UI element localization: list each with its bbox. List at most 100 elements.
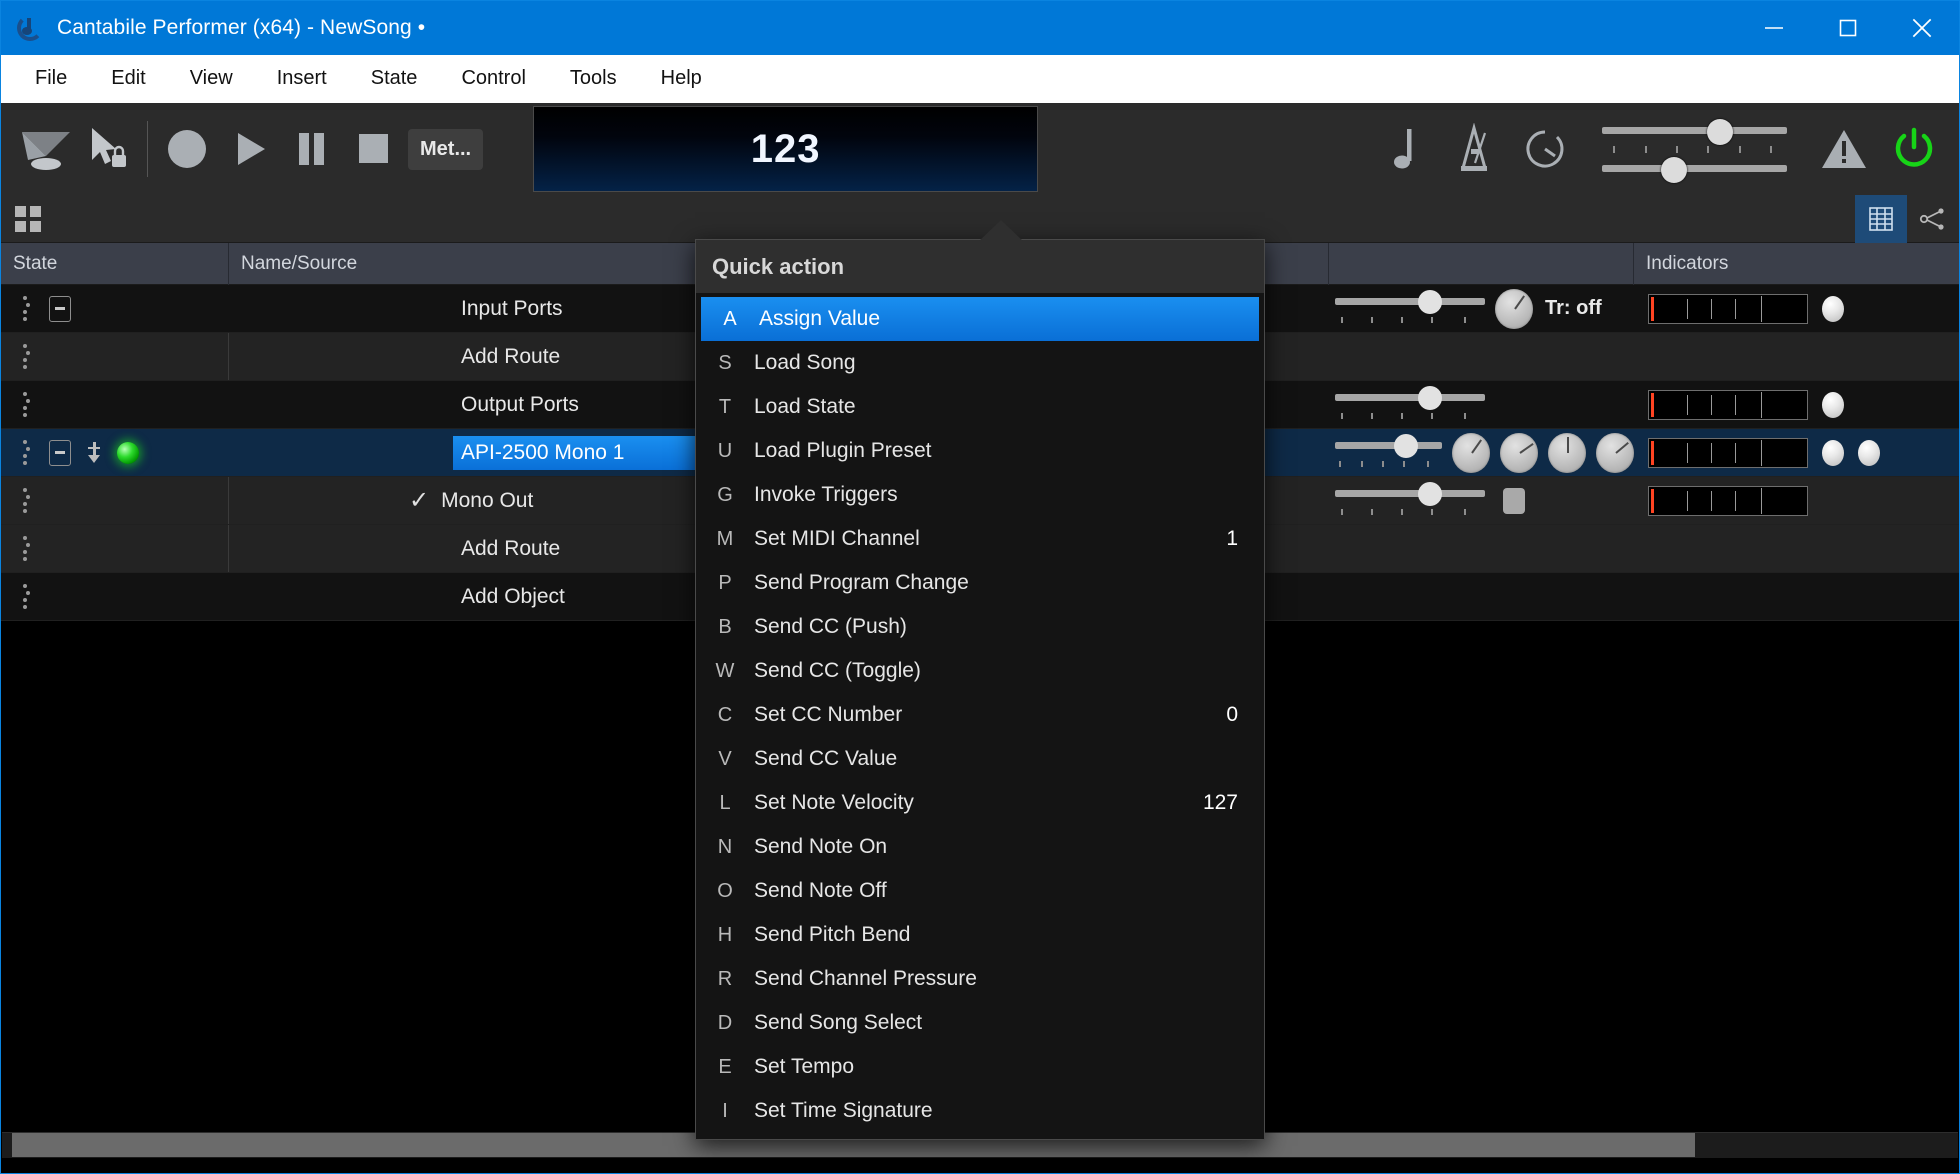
quick-action-item-set-midi-channel[interactable]: M Set MIDI Channel 1 xyxy=(696,517,1264,561)
quick-action-item-send-song-select[interactable]: D Send Song Select xyxy=(696,1001,1264,1045)
maximize-button[interactable] xyxy=(1811,1,1885,55)
tempo-display[interactable]: 123 xyxy=(533,106,1039,192)
quick-action-item-send-cc-value[interactable]: V Send CC Value xyxy=(696,737,1264,781)
stop-icon[interactable] xyxy=(342,118,404,180)
menu-item-tools[interactable]: Tools xyxy=(548,61,639,96)
pointer-lock-icon[interactable] xyxy=(77,118,139,180)
monitor-icon[interactable] xyxy=(15,118,77,180)
menu-item-view[interactable]: View xyxy=(168,61,255,96)
routing-graph-icon[interactable] xyxy=(1907,195,1959,243)
quick-action-label: Send Song Select xyxy=(754,1011,923,1034)
gain-slider[interactable] xyxy=(1335,289,1485,325)
quick-action-item-send-pitch-bend[interactable]: H Send Pitch Bend xyxy=(696,913,1264,957)
slider-ticks xyxy=(1602,143,1787,155)
pause-icon[interactable] xyxy=(280,118,342,180)
drag-handle-icon[interactable] xyxy=(15,440,35,465)
quick-action-shortcut-key: U xyxy=(717,439,733,462)
quick-action-item-set-time-signature[interactable]: I Set Time Signature xyxy=(696,1089,1264,1133)
load-preset-arrow-icon[interactable] xyxy=(85,440,103,466)
column-header-state[interactable]: State xyxy=(1,242,229,285)
row-controls-cell xyxy=(1329,333,1634,380)
activity-led-icon[interactable] xyxy=(117,441,139,464)
row-state-cell xyxy=(1,525,229,572)
menu-item-file[interactable]: File xyxy=(13,61,89,96)
quick-action-label: Send Note Off xyxy=(754,879,887,902)
quick-action-item-send-note-on[interactable]: N Send Note On xyxy=(696,825,1264,869)
quick-action-item-assign-value[interactable]: A Assign Value xyxy=(701,297,1259,341)
quick-action-label: Send Program Change xyxy=(754,571,969,594)
title-bar: Cantabile Performer (x64) - NewSong • xyxy=(1,1,1959,55)
slider-bottom[interactable] xyxy=(1602,157,1787,183)
status-indicator-lamp xyxy=(1858,439,1880,466)
quick-action-shortcut-key: A xyxy=(723,307,737,330)
drag-handle-icon[interactable] xyxy=(15,584,35,609)
menu-item-insert[interactable]: Insert xyxy=(255,61,349,96)
transpose-knob[interactable] xyxy=(1495,288,1533,329)
table-view-icon[interactable] xyxy=(1855,194,1907,243)
quick-action-list: A Assign Value S Load Song T Load State U Load … xyxy=(696,293,1264,1139)
parameter-knob[interactable] xyxy=(1500,432,1538,473)
quick-action-item-send-program-change[interactable]: P Send Program Change xyxy=(696,561,1264,605)
minimize-button[interactable] xyxy=(1737,1,1811,55)
quick-action-label: Send CC (Push) xyxy=(754,615,907,638)
quick-action-item-set-tempo[interactable]: E Set Tempo xyxy=(696,1045,1264,1089)
check-icon[interactable]: ✓ xyxy=(409,486,429,515)
parameter-knob[interactable] xyxy=(1548,432,1586,473)
quick-action-shortcut-key: O xyxy=(717,879,733,902)
parameter-knob[interactable] xyxy=(1596,432,1634,473)
master-sliders xyxy=(1602,119,1787,183)
quick-action-item-load-plugin-preset[interactable]: U Load Plugin Preset xyxy=(696,429,1264,473)
row-name-label: Add Object xyxy=(461,584,565,608)
metronome-settings-button[interactable]: Met... xyxy=(408,128,484,170)
slider-top[interactable] xyxy=(1602,119,1787,145)
power-icon[interactable] xyxy=(1883,118,1945,180)
column-header-controls[interactable] xyxy=(1329,242,1634,285)
row-state-cell xyxy=(1,333,229,380)
gain-slider[interactable] xyxy=(1335,481,1485,517)
quarter-note-icon[interactable] xyxy=(1374,118,1436,180)
close-button[interactable] xyxy=(1885,1,1959,55)
drag-handle-icon[interactable] xyxy=(15,392,35,417)
quick-action-item-send-cc-toggle[interactable]: W Send CC (Toggle) xyxy=(696,649,1264,693)
grid-view-icon[interactable] xyxy=(15,205,41,232)
quick-action-item-load-song[interactable]: S Load Song xyxy=(696,341,1264,385)
quick-action-item-set-note-velocity[interactable]: L Set Note Velocity 127 xyxy=(696,781,1264,825)
menu-item-control[interactable]: Control xyxy=(439,61,547,96)
popup-title: Quick action xyxy=(696,240,1264,293)
level-meter xyxy=(1648,389,1808,420)
quick-action-item-send-note-off[interactable]: O Send Note Off xyxy=(696,869,1264,913)
menu-item-edit[interactable]: Edit xyxy=(89,61,167,96)
quick-action-shortcut-key: G xyxy=(717,483,733,506)
quick-action-item-invoke-triggers[interactable]: G Invoke Triggers xyxy=(696,473,1264,517)
metronome-icon[interactable] xyxy=(1444,118,1506,180)
quick-action-value: 127 xyxy=(1202,791,1238,814)
drag-handle-icon[interactable] xyxy=(15,488,35,513)
gain-slider[interactable] xyxy=(1335,433,1442,469)
gain-slider[interactable] xyxy=(1335,385,1485,421)
warning-triangle-icon[interactable] xyxy=(1813,118,1875,180)
drag-handle-icon[interactable] xyxy=(15,344,35,369)
quick-action-label: Send CC (Toggle) xyxy=(754,659,921,682)
quick-action-item-set-cc-number[interactable]: C Set CC Number 0 xyxy=(696,693,1264,737)
menu-item-help[interactable]: Help xyxy=(639,61,724,96)
stopwatch-icon[interactable] xyxy=(1514,118,1576,180)
menu-item-state[interactable]: State xyxy=(349,61,440,96)
quick-action-item-send-cc-push[interactable]: B Send CC (Push) xyxy=(696,605,1264,649)
play-icon[interactable] xyxy=(218,118,280,180)
row-state-cell xyxy=(1,477,229,524)
parameter-knob[interactable] xyxy=(1452,432,1490,473)
collapse-toggle-icon[interactable] xyxy=(49,439,71,466)
quick-action-item-load-state[interactable]: T Load State xyxy=(696,385,1264,429)
popup-pointer-icon xyxy=(979,220,1023,241)
record-icon[interactable] xyxy=(156,118,218,180)
drag-handle-icon[interactable] xyxy=(15,536,35,561)
collapse-toggle-icon[interactable] xyxy=(49,295,71,322)
quick-action-shortcut-key: R xyxy=(717,967,733,990)
level-meter xyxy=(1648,485,1808,516)
quick-action-item-send-channel-pressure[interactable]: R Send Channel Pressure xyxy=(696,957,1264,1001)
column-header-indicators[interactable]: Indicators xyxy=(1634,243,1959,285)
drag-handle-icon[interactable] xyxy=(15,296,35,321)
status-indicator-lamp xyxy=(1822,439,1844,466)
mute-button[interactable] xyxy=(1503,487,1525,514)
row-controls-cell xyxy=(1329,429,1634,476)
